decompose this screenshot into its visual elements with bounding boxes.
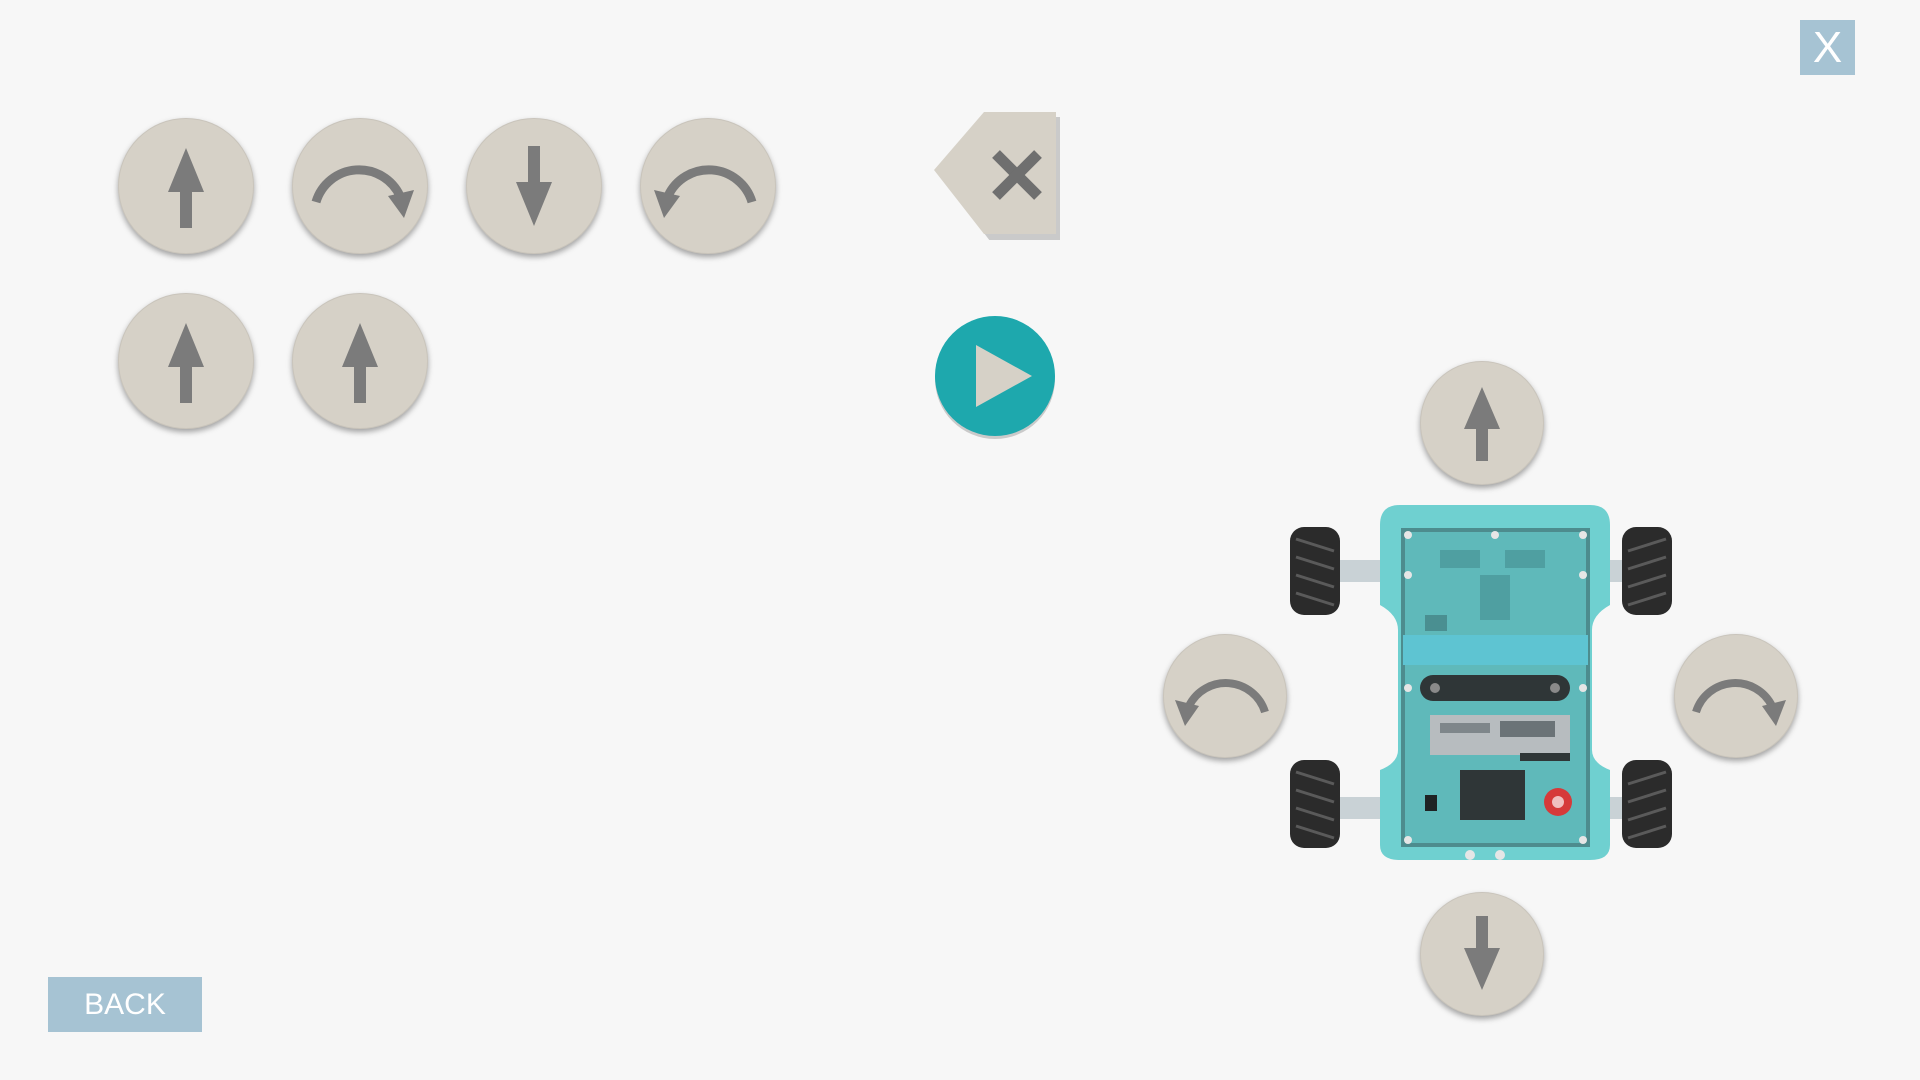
delete-command-button[interactable] [930, 110, 1060, 241]
control-backward-button[interactable] [1420, 892, 1544, 1016]
command-forward[interactable] [118, 293, 254, 429]
arrow-up-icon [1464, 387, 1500, 461]
command-turn-right[interactable] [292, 118, 428, 254]
control-turn-left-button[interactable] [1163, 634, 1287, 758]
arrow-up-icon [342, 323, 378, 403]
play-icon [935, 316, 1055, 439]
backspace-icon [934, 112, 1060, 241]
rotate-right-icon [1692, 679, 1786, 726]
command-forward[interactable] [292, 293, 428, 429]
rotate-left-icon [654, 165, 757, 218]
command-backward[interactable] [466, 118, 602, 254]
robot-image [1280, 505, 1680, 860]
arrow-up-icon [168, 323, 204, 403]
command-forward[interactable] [118, 118, 254, 254]
command-turn-left[interactable] [640, 118, 776, 254]
arrow-up-icon [168, 148, 204, 228]
control-forward-button[interactable] [1420, 361, 1544, 485]
rotate-right-icon [311, 165, 414, 218]
programming-screen: X BACK [0, 0, 1920, 1080]
back-button[interactable]: BACK [48, 977, 202, 1032]
close-button[interactable]: X [1800, 20, 1855, 75]
robot-top-view-icon [1290, 505, 1672, 860]
arrow-down-icon [516, 146, 552, 226]
run-program-button[interactable] [932, 313, 1058, 439]
rotate-left-icon [1175, 679, 1269, 726]
arrow-down-icon [1464, 916, 1500, 990]
control-turn-right-button[interactable] [1674, 634, 1798, 758]
